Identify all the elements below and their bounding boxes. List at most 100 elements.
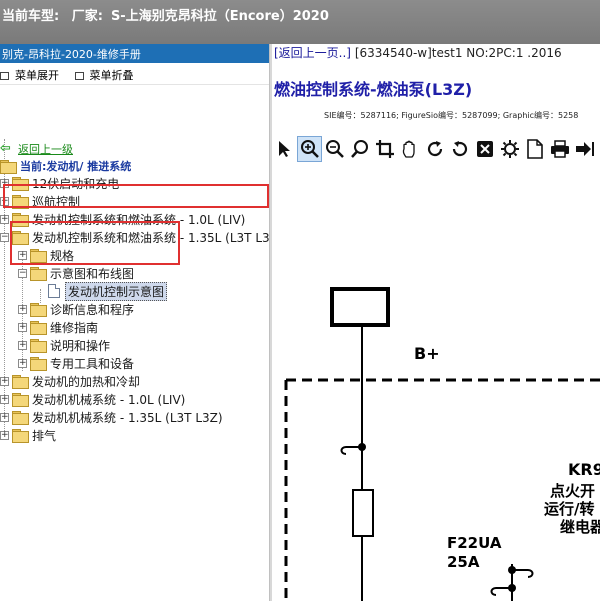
tree-item[interactable]: + 诊断信息和程序 [18,300,134,318]
print-icon[interactable] [547,136,572,162]
vendor-label: 厂家: [71,9,103,24]
tree-item[interactable]: + 巡航控制 [0,192,80,210]
expand-toggle-icon[interactable]: + [18,322,27,332]
export-icon[interactable] [572,136,597,162]
b-plus-label: B+ [414,344,440,363]
tree-item-label: 发动机控制系统和燃油系统 - 1.0L (LIV) [32,212,246,227]
collapse-menu-button[interactable]: 菜单折叠 [74,67,134,83]
back-link-label: 返回上一级 [18,143,73,156]
expand-toggle-icon[interactable]: + [0,430,9,440]
document-panel: [返回上一页..] [6334540-w]test1 NO:2PC:1 .201… [272,44,600,601]
tree-item-expanded[interactable]: − 发动机控制系统和燃油系统 - 1.35L (L3T L3Z) [0,228,269,246]
zoom-in-icon[interactable] [297,136,322,162]
fuse-id-label: F22UA [447,534,502,552]
doc-nav-line: [返回上一页..] [6334540-w]test1 NO:2PC:1 .201… [274,44,562,61]
folder-icon [30,321,47,335]
expand-toggle-icon[interactable]: + [18,250,27,260]
back-page-link[interactable]: [返回上一页..] [274,46,351,60]
folder-icon [12,177,29,191]
fit-page-icon[interactable] [472,136,497,162]
expand-toggle-icon[interactable]: + [18,340,27,350]
current-path: 当前:发动机/ 推进系统 [0,157,131,175]
tree-item-label: 说明和操作 [50,338,111,353]
relay-id-label: KR9 [568,460,600,479]
expand-toggle-icon[interactable]: + [18,304,27,314]
tree-item[interactable]: + 说明和操作 [18,336,110,354]
collapse-menu-label: 菜单折叠 [89,69,134,82]
expand-toggle-icon[interactable]: + [0,412,9,422]
manual-header: 别克-昂科拉-2020-维修手册 [0,44,269,63]
back-link[interactable]: ⇦ 返回上一级 [0,140,73,158]
page-icon[interactable] [522,136,547,162]
wiring-diagram[interactable]: B+ F22UA 25A KR9 点火开 运行/转 继电器 [272,172,600,601]
folder-open-icon [30,267,47,281]
fuse-rating-label: 25A [447,553,480,571]
folder-open-icon [0,160,17,174]
crop-icon[interactable] [372,136,397,162]
tree-item-label: 规格 [50,248,75,263]
tree-item[interactable]: + 发动机的加热和冷却 [0,372,140,390]
pan-hand-icon[interactable] [397,136,422,162]
tree-item-label: 12伏启动和充电 [32,176,120,191]
tree-item-label: 示意图和布线图 [50,266,135,281]
document-title: 燃油控制系统-燃油泵(L3Z) [274,80,473,99]
back-arrow-icon: ⇦ [0,141,11,156]
tree-item-expanded[interactable]: − 示意图和布线图 [18,264,134,282]
tree-item-label: 排气 [32,428,57,443]
zoom-out-icon[interactable] [322,136,347,162]
tree-item-label: 诊断信息和程序 [50,302,135,317]
rotate-left-icon[interactable] [447,136,472,162]
folder-icon [12,393,29,407]
folder-icon [30,249,47,263]
tree-item-label: 维修指南 [50,320,99,335]
folder-open-icon [12,231,29,245]
collapse-icon [74,72,84,80]
tree-item-label: 发动机控制系统和燃油系统 - 1.35L (L3T L3Z) [32,230,269,245]
collapse-toggle-icon[interactable]: − [18,268,27,278]
folder-icon [30,303,47,317]
folder-icon [12,375,29,389]
folder-icon [12,213,29,227]
tree-item[interactable]: + 维修指南 [18,318,98,336]
expand-toggle-icon[interactable]: + [18,358,27,368]
pointer-tool-icon[interactable] [272,136,297,162]
vehicle-label: 当前车型: [2,9,60,24]
folder-icon [12,195,29,209]
viewer-toolbar [272,136,597,162]
tree-item-label: 发动机机械系统 - 1.0L (LIV) [32,392,186,407]
tree-toolbar: 菜单展开 菜单折叠 [0,63,269,85]
tree-item[interactable]: + 发动机机械系统 - 1.35L (L3T L3Z) [0,408,223,426]
tree-item[interactable]: + 发动机控制系统和燃油系统 - 1.0L (LIV) [0,210,245,228]
tree-item-selected[interactable]: 发动机控制示意图 [48,281,168,301]
left-panel: 别克-昂科拉-2020-维修手册 菜单展开 菜单折叠 ⇦ 返回上一级 当前:发动… [0,44,269,601]
tree-item[interactable]: + 规格 [18,246,74,264]
document-meta: SIE编号：5287116; FigureSio编号：5287099; Grap… [324,111,579,120]
folder-icon [30,357,47,371]
relay-desc-line: 继电器 [560,518,600,536]
tree-item[interactable]: + 排气 [0,426,56,444]
tree-item[interactable]: + 发动机机械系统 - 1.0L (LIV) [0,390,185,408]
title-bar: 当前车型: 厂家: S-上海别克昂科拉（Encore）2020 [0,0,600,44]
rotate-right-icon[interactable] [422,136,447,162]
tree-item[interactable]: + 12伏启动和充电 [0,174,119,192]
collapse-toggle-icon[interactable]: − [0,232,9,242]
wiring-diagram-graphic [284,287,600,601]
vehicle-name: S-上海别克昂科拉（Encore）2020 [110,9,329,24]
settings-gear-icon[interactable] [497,136,522,162]
tree-item-label: 专用工具和设备 [50,356,135,371]
expand-toggle-icon[interactable]: + [0,394,9,404]
expand-toggle-icon[interactable]: + [0,376,9,386]
document-icon [48,284,60,298]
magnifier-icon[interactable] [347,136,372,162]
tree-item-label: 发动机的加热和冷却 [32,374,141,389]
folder-icon [12,411,29,425]
tree-item-label: 发动机控制示意图 [65,281,168,301]
tree-item[interactable]: + 专用工具和设备 [18,354,134,372]
expand-toggle-icon[interactable]: + [0,196,9,206]
expand-menu-label: 菜单展开 [15,69,59,82]
expand-toggle-icon[interactable]: + [0,214,9,224]
current-path-label: 当前:发动机/ 推进系统 [20,160,132,173]
folder-icon [12,429,29,443]
expand-toggle-icon[interactable]: + [0,178,9,188]
expand-menu-button[interactable]: 菜单展开 [0,67,59,83]
